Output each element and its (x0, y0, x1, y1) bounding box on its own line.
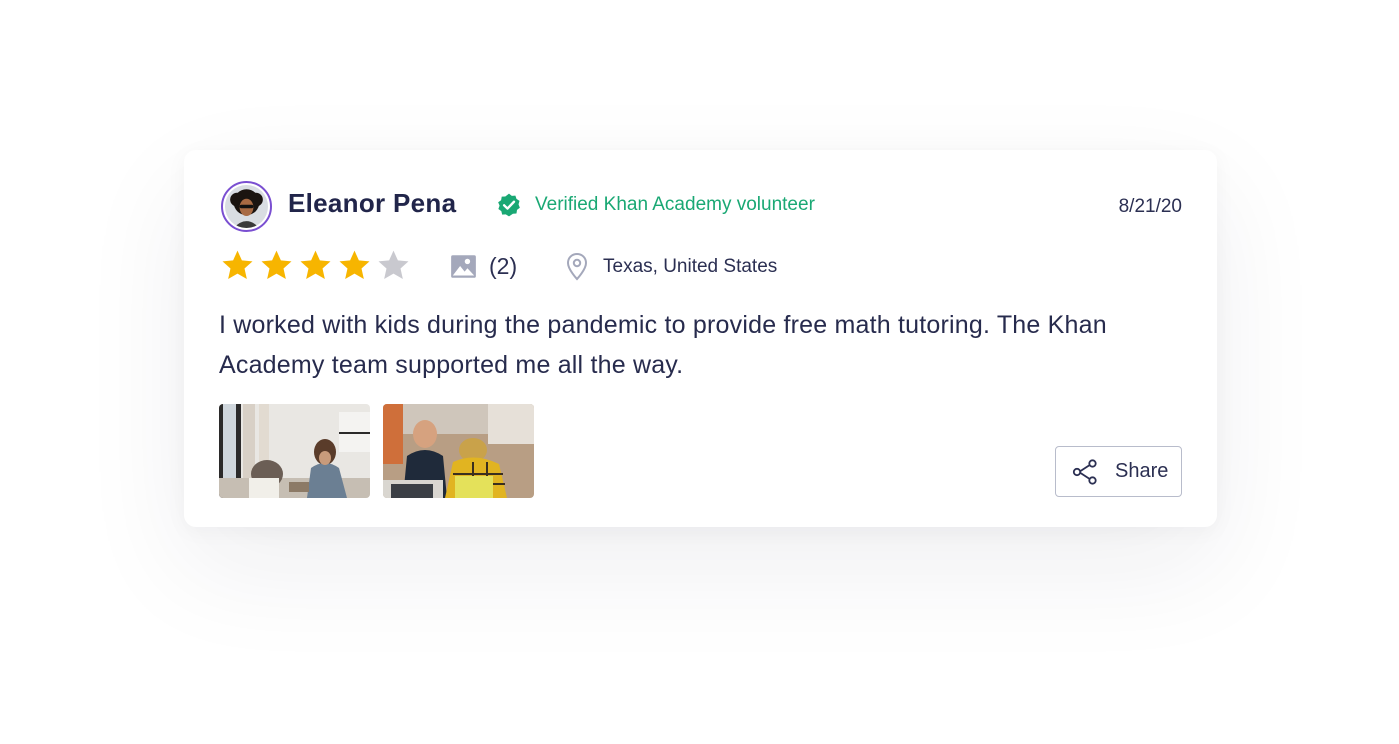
star-filled-icon (222, 250, 253, 279)
review-photo-1[interactable] (219, 404, 370, 498)
star-rating (221, 249, 416, 282)
verified-badge-icon (498, 193, 520, 217)
review-photo-2[interactable] (383, 404, 534, 498)
star-filled-icon (300, 250, 331, 279)
share-button[interactable]: Share (1055, 446, 1182, 497)
page: Eleanor Pena Verified Khan Academy volun… (0, 0, 1399, 744)
location-label: Texas, United States (603, 255, 778, 277)
location: Texas, United States (565, 252, 777, 281)
avatar-image (225, 185, 268, 228)
share-label: Share (1115, 460, 1169, 482)
photo-count[interactable]: (2) (450, 253, 517, 280)
review-photo-2-image (383, 404, 534, 498)
photo-count-label: (2) (489, 253, 518, 279)
star-empty-icon (378, 250, 409, 279)
review-text: I worked with kids during the pandemic t… (219, 311, 1107, 379)
review-photo-1-image (219, 404, 370, 498)
verified-badge: Verified Khan Academy volunteer (496, 192, 815, 218)
share-icon (1072, 458, 1097, 485)
review-date: 8/21/20 (1118, 196, 1182, 217)
avatar (221, 181, 272, 232)
map-pin-icon (566, 252, 588, 281)
review-card: Eleanor Pena Verified Khan Academy volun… (184, 150, 1217, 527)
author-name: Eleanor Pena (288, 188, 457, 218)
image-icon (451, 255, 476, 278)
verified-label: Verified Khan Academy volunteer (535, 194, 815, 215)
star-filled-icon (261, 250, 292, 279)
star-filled-icon (339, 250, 370, 279)
